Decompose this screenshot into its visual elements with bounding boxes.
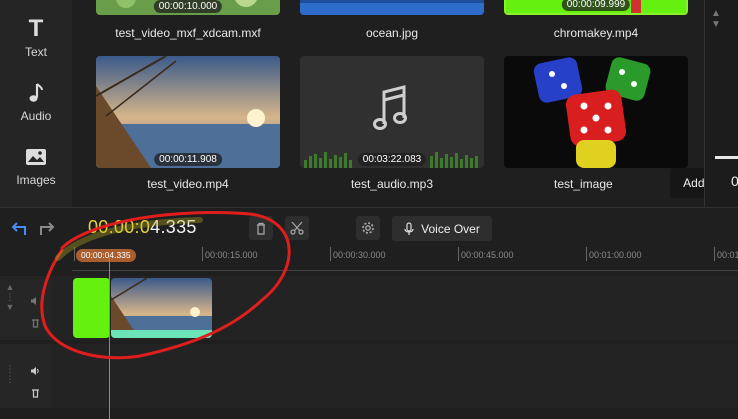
playhead-line[interactable]	[109, 255, 110, 419]
split-button[interactable]	[285, 216, 309, 240]
ruler-tick	[330, 247, 331, 261]
media-library: 00:00:10.000 test_video_mxf_xdcam.mxf oc…	[72, 0, 704, 207]
media-tile[interactable]: 00:00:11.908	[96, 56, 280, 168]
preview-pane: ▲ ▼ 0	[704, 0, 738, 207]
chromakey-clip[interactable]	[73, 278, 110, 338]
ruler-tick-label: 00:00:15.000	[205, 250, 258, 260]
video-thumbnail	[96, 56, 280, 168]
media-tile-selected[interactable]: 00:00:09.999	[504, 0, 688, 15]
media-tile-label: test_image	[554, 177, 613, 191]
voice-over-button[interactable]: Voice Over	[392, 216, 492, 241]
ruler-tick-label: 00:01:15	[717, 250, 738, 260]
scissors-icon	[290, 221, 304, 235]
ruler-tick	[74, 247, 75, 261]
sidebar-item-label: Audio	[20, 108, 52, 123]
media-tile[interactable]: 00:00:10.000	[96, 0, 280, 15]
playhead-time-badge[interactable]: 00:00:04.335	[76, 249, 136, 262]
gear-icon	[362, 222, 374, 234]
media-tile-label: test_video.mp4	[147, 177, 229, 191]
microphone-icon	[404, 221, 414, 235]
audio-track-controls	[22, 366, 48, 398]
ruler-tick-label: 00:00:45.000	[461, 250, 514, 260]
media-tile-label: test_video_mxf_xdcam.mxf	[115, 26, 261, 40]
redo-icon	[40, 222, 55, 235]
duration-badge: 00:03:22.083	[357, 153, 427, 166]
trash-icon	[257, 222, 265, 235]
sidebar-item-label: Images	[16, 172, 56, 187]
settings-button[interactable]	[356, 216, 380, 240]
image-thumbnail	[300, 0, 484, 15]
trash-icon[interactable]	[31, 318, 40, 328]
sidebar-item-audio[interactable]: Audio	[0, 70, 72, 132]
ruler-baseline	[72, 270, 738, 271]
clip-thumbnail	[111, 278, 212, 338]
add-folder-button[interactable]: Add folder	[670, 168, 704, 198]
add-folder-label: Add folder	[683, 176, 704, 190]
video-track-controls	[22, 296, 48, 328]
music-note-icon	[28, 80, 44, 106]
redo-button[interactable]	[36, 217, 58, 239]
speaker-icon[interactable]	[30, 366, 40, 376]
text-icon: T	[28, 14, 44, 42]
speaker-icon[interactable]	[30, 296, 40, 306]
image-thumbnail	[533, 57, 651, 168]
voice-over-label: Voice Over	[421, 221, 480, 236]
trash-icon[interactable]	[31, 388, 40, 398]
drag-handle-icon[interactable]: ⋮ ⋮	[5, 364, 15, 384]
ruler-tick	[202, 247, 203, 261]
duration-badge: 00:00:09.999	[561, 0, 631, 11]
media-tile[interactable]: 00:03:22.083	[300, 56, 484, 168]
media-tile[interactable]	[504, 56, 688, 168]
left-sidebar: T Text Audio Images	[0, 0, 72, 207]
timeline-toolbar: 00:00:04.335 Voice Over	[0, 207, 738, 247]
ruler-tick-label: 00:00:30.000	[333, 250, 386, 260]
sidebar-item-text[interactable]: T Text	[0, 6, 72, 68]
video-clip[interactable]	[111, 278, 212, 338]
media-tile-label: chromakey.mp4	[553, 26, 639, 40]
video-track-header: ▲ ⋮ ▼	[0, 276, 52, 340]
current-timecode: 00:00:04.335	[88, 217, 197, 237]
preview-slider[interactable]	[715, 156, 738, 159]
sidebar-item-label: Text	[24, 44, 47, 59]
ruler-tick-label: 00:01:00.000	[589, 250, 642, 260]
drag-handle-icon[interactable]: ▲ ⋮ ▼	[5, 282, 15, 312]
undo-icon	[11, 222, 26, 235]
media-tile-label: test_audio.mp3	[350, 177, 434, 191]
audio-track-header: ⋮ ⋮	[0, 344, 52, 408]
ruler-tick	[714, 247, 715, 261]
duration-badge: 00:00:10.000	[153, 0, 223, 13]
media-tile[interactable]	[300, 0, 484, 15]
ruler-tick	[586, 247, 587, 261]
clip-audio-bar	[111, 330, 212, 338]
image-icon	[25, 144, 47, 170]
timeline-ruler[interactable]: 00:00:15.000 00:00:30.000 00:00:45.000 0…	[72, 247, 738, 274]
audio-thumbnail	[304, 85, 478, 168]
preview-value: 0	[731, 173, 738, 189]
undo-button[interactable]	[8, 217, 30, 239]
sidebar-item-images[interactable]: Images	[0, 134, 72, 196]
ruler-tick	[458, 247, 459, 261]
media-tile-label: ocean.jpg	[365, 26, 419, 40]
delete-button[interactable]	[249, 216, 273, 240]
audio-track[interactable]	[52, 344, 738, 408]
scroll-arrows-icon[interactable]: ▲ ▼	[711, 8, 721, 30]
duration-badge: 00:00:11.908	[154, 153, 222, 166]
